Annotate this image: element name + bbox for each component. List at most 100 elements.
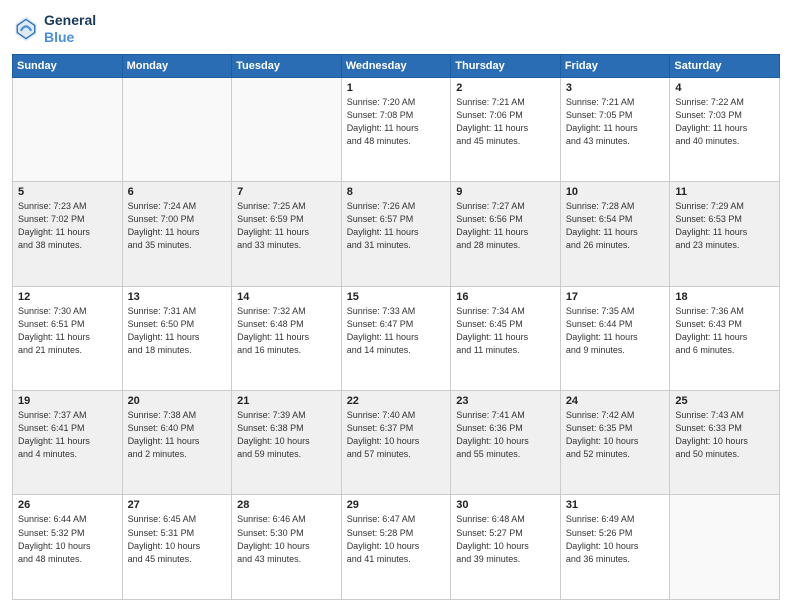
day-info: Sunrise: 7:27 AM Sunset: 6:56 PM Dayligh… <box>456 200 555 252</box>
day-number: 18 <box>675 291 774 303</box>
day-number: 8 <box>347 186 446 198</box>
calendar-cell: 17Sunrise: 7:35 AM Sunset: 6:44 PM Dayli… <box>560 286 670 390</box>
calendar-cell: 21 Sunrise: 7:39 AM Sunset: 6:38 PM Dayli… <box>232 391 342 495</box>
logo-text: General Blue <box>44 12 96 46</box>
weekday-header-row: SundayMondayTuesdayWednesdayThursdayFrid… <box>13 54 780 77</box>
calendar-cell: 28 Sunrise: 6:46 AM Sunset: 5:30 PM Dayli… <box>232 495 342 600</box>
day-info: Sunrise: 7:37 AM Sunset: 6:41 PM Dayligh… <box>18 409 117 461</box>
day-info: Sunrise: 7:39 AM Sunset: 6:38 PM Dayligh… <box>237 409 336 461</box>
day-info: Sunrise: 7:23 AM Sunset: 7:02 PM Dayligh… <box>18 200 117 252</box>
day-info: Sunrise: 6:47 AM Sunset: 5:28 PM Dayligh… <box>347 513 446 565</box>
day-number: 1 <box>347 82 446 94</box>
calendar-cell: 30Sunrise: 6:48 AM Sunset: 5:27 PM Dayli… <box>451 495 561 600</box>
day-info: Sunrise: 7:30 AM Sunset: 6:51 PM Dayligh… <box>18 305 117 357</box>
calendar-cell <box>122 77 232 181</box>
calendar-cell: 1 Sunrise: 7:20 AM Sunset: 7:08 PM Daylig… <box>341 77 451 181</box>
calendar-cell: 20 Sunrise: 7:38 AM Sunset: 6:40 PM Dayli… <box>122 391 232 495</box>
calendar-cell: 29 Sunrise: 6:47 AM Sunset: 5:28 PM Dayli… <box>341 495 451 600</box>
calendar-cell: 9 Sunrise: 7:27 AM Sunset: 6:56 PM Daylig… <box>451 182 561 286</box>
header: General Blue <box>12 12 780 46</box>
weekday-header-wednesday: Wednesday <box>341 54 451 77</box>
calendar-cell: 3Sunrise: 7:21 AM Sunset: 7:05 PM Daylig… <box>560 77 670 181</box>
calendar-week-row: 26 Sunrise: 6:44 AM Sunset: 5:32 PM Dayli… <box>13 495 780 600</box>
calendar-cell <box>670 495 780 600</box>
day-number: 24 <box>566 395 665 407</box>
weekday-header-friday: Friday <box>560 54 670 77</box>
calendar-cell: 25 Sunrise: 7:43 AM Sunset: 6:33 PM Dayli… <box>670 391 780 495</box>
calendar-cell: 27Sunrise: 6:45 AM Sunset: 5:31 PM Dayli… <box>122 495 232 600</box>
day-info: Sunrise: 7:25 AM Sunset: 6:59 PM Dayligh… <box>237 200 336 252</box>
day-info: Sunrise: 7:40 AM Sunset: 6:37 PM Dayligh… <box>347 409 446 461</box>
weekday-header-tuesday: Tuesday <box>232 54 342 77</box>
day-number: 16 <box>456 291 555 303</box>
calendar-cell: 4 Sunrise: 7:22 AM Sunset: 7:03 PM Daylig… <box>670 77 780 181</box>
day-info: Sunrise: 7:33 AM Sunset: 6:47 PM Dayligh… <box>347 305 446 357</box>
weekday-header-sunday: Sunday <box>13 54 123 77</box>
day-number: 15 <box>347 291 446 303</box>
page: General Blue SundayMondayTuesdayWednesda… <box>0 0 792 612</box>
calendar-week-row: 12 Sunrise: 7:30 AM Sunset: 6:51 PM Dayli… <box>13 286 780 390</box>
day-number: 3 <box>566 82 665 94</box>
calendar-week-row: 5 Sunrise: 7:23 AM Sunset: 7:02 PM Daylig… <box>13 182 780 286</box>
day-info: Sunrise: 7:38 AM Sunset: 6:40 PM Dayligh… <box>128 409 227 461</box>
calendar-cell: 11 Sunrise: 7:29 AM Sunset: 6:53 PM Dayli… <box>670 182 780 286</box>
calendar-cell: 16Sunrise: 7:34 AM Sunset: 6:45 PM Dayli… <box>451 286 561 390</box>
logo: General Blue <box>12 12 96 46</box>
day-number: 14 <box>237 291 336 303</box>
calendar-cell: 15 Sunrise: 7:33 AM Sunset: 6:47 PM Dayli… <box>341 286 451 390</box>
day-number: 26 <box>18 499 117 511</box>
calendar-cell: 12 Sunrise: 7:30 AM Sunset: 6:51 PM Dayli… <box>13 286 123 390</box>
calendar-cell: 8 Sunrise: 7:26 AM Sunset: 6:57 PM Daylig… <box>341 182 451 286</box>
day-info: Sunrise: 7:22 AM Sunset: 7:03 PM Dayligh… <box>675 96 774 148</box>
day-info: Sunrise: 6:49 AM Sunset: 5:26 PM Dayligh… <box>566 513 665 565</box>
day-info: Sunrise: 6:48 AM Sunset: 5:27 PM Dayligh… <box>456 513 555 565</box>
weekday-header-saturday: Saturday <box>670 54 780 77</box>
day-info: Sunrise: 7:24 AM Sunset: 7:00 PM Dayligh… <box>128 200 227 252</box>
day-info: Sunrise: 6:45 AM Sunset: 5:31 PM Dayligh… <box>128 513 227 565</box>
calendar-cell <box>232 77 342 181</box>
day-number: 6 <box>128 186 227 198</box>
calendar-cell <box>13 77 123 181</box>
day-info: Sunrise: 7:29 AM Sunset: 6:53 PM Dayligh… <box>675 200 774 252</box>
day-number: 5 <box>18 186 117 198</box>
day-info: Sunrise: 6:44 AM Sunset: 5:32 PM Dayligh… <box>18 513 117 565</box>
calendar-cell: 26 Sunrise: 6:44 AM Sunset: 5:32 PM Dayli… <box>13 495 123 600</box>
weekday-header-monday: Monday <box>122 54 232 77</box>
day-info: Sunrise: 7:42 AM Sunset: 6:35 PM Dayligh… <box>566 409 665 461</box>
calendar-cell: 10Sunrise: 7:28 AM Sunset: 6:54 PM Dayli… <box>560 182 670 286</box>
calendar-cell: 23 Sunrise: 7:41 AM Sunset: 6:36 PM Dayli… <box>451 391 561 495</box>
weekday-header-thursday: Thursday <box>451 54 561 77</box>
day-number: 12 <box>18 291 117 303</box>
day-info: Sunrise: 7:31 AM Sunset: 6:50 PM Dayligh… <box>128 305 227 357</box>
day-number: 25 <box>675 395 774 407</box>
day-info: Sunrise: 7:43 AM Sunset: 6:33 PM Dayligh… <box>675 409 774 461</box>
day-info: Sunrise: 7:36 AM Sunset: 6:43 PM Dayligh… <box>675 305 774 357</box>
day-number: 28 <box>237 499 336 511</box>
calendar-cell: 5 Sunrise: 7:23 AM Sunset: 7:02 PM Daylig… <box>13 182 123 286</box>
day-info: Sunrise: 7:26 AM Sunset: 6:57 PM Dayligh… <box>347 200 446 252</box>
day-number: 22 <box>347 395 446 407</box>
day-number: 20 <box>128 395 227 407</box>
day-number: 31 <box>566 499 665 511</box>
day-info: Sunrise: 7:28 AM Sunset: 6:54 PM Dayligh… <box>566 200 665 252</box>
day-number: 17 <box>566 291 665 303</box>
calendar-cell: 19 Sunrise: 7:37 AM Sunset: 6:41 PM Dayli… <box>13 391 123 495</box>
calendar-cell: 13Sunrise: 7:31 AM Sunset: 6:50 PM Dayli… <box>122 286 232 390</box>
day-number: 29 <box>347 499 446 511</box>
calendar-cell: 31 Sunrise: 6:49 AM Sunset: 5:26 PM Dayli… <box>560 495 670 600</box>
day-info: Sunrise: 7:41 AM Sunset: 6:36 PM Dayligh… <box>456 409 555 461</box>
calendar-week-row: 19 Sunrise: 7:37 AM Sunset: 6:41 PM Dayli… <box>13 391 780 495</box>
day-info: Sunrise: 6:46 AM Sunset: 5:30 PM Dayligh… <box>237 513 336 565</box>
calendar-cell: 6 Sunrise: 7:24 AM Sunset: 7:00 PM Daylig… <box>122 182 232 286</box>
day-info: Sunrise: 7:21 AM Sunset: 7:06 PM Dayligh… <box>456 96 555 148</box>
day-number: 19 <box>18 395 117 407</box>
day-number: 23 <box>456 395 555 407</box>
calendar-table: SundayMondayTuesdayWednesdayThursdayFrid… <box>12 54 780 600</box>
day-number: 4 <box>675 82 774 94</box>
day-number: 21 <box>237 395 336 407</box>
day-info: Sunrise: 7:20 AM Sunset: 7:08 PM Dayligh… <box>347 96 446 148</box>
calendar-cell: 24 Sunrise: 7:42 AM Sunset: 6:35 PM Dayli… <box>560 391 670 495</box>
calendar-cell: 2Sunrise: 7:21 AM Sunset: 7:06 PM Daylig… <box>451 77 561 181</box>
day-number: 11 <box>675 186 774 198</box>
day-number: 9 <box>456 186 555 198</box>
